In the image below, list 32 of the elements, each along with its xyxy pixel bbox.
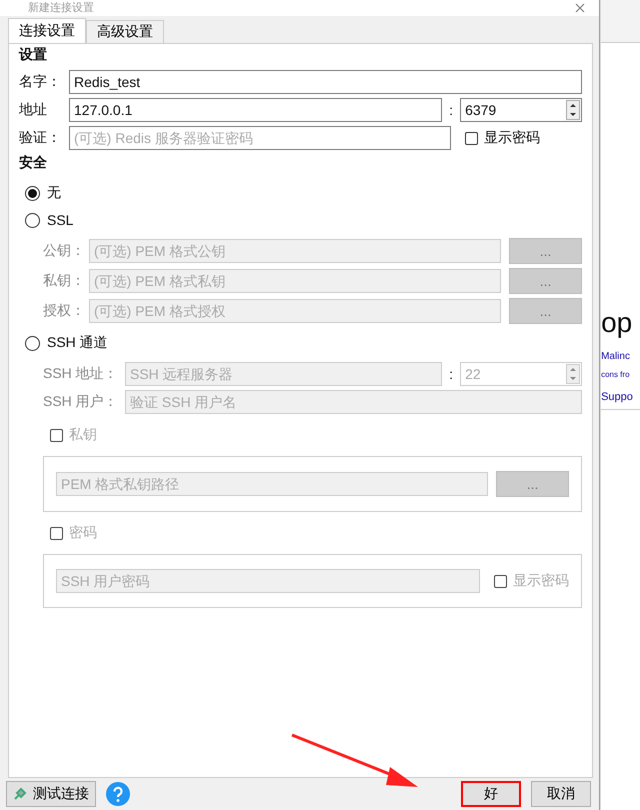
field-label: 授权： bbox=[43, 302, 85, 320]
window-title: 新建连接设置 bbox=[28, 1, 94, 15]
plug-icon bbox=[13, 787, 27, 801]
address-field[interactable]: 127.0.0.1 bbox=[69, 98, 442, 122]
cancel-button[interactable]: 取消 bbox=[531, 781, 592, 807]
show-password-checkbox[interactable]: 显示密码 bbox=[465, 129, 540, 147]
radio-option[interactable]: 无 bbox=[25, 184, 61, 202]
password-field[interactable]: (可选) Redis 服务器验证密码 bbox=[69, 126, 451, 150]
test-connection-button[interactable]: 测试连接 bbox=[6, 781, 96, 807]
field-label: 验证： bbox=[19, 129, 62, 147]
help-icon[interactable] bbox=[106, 782, 130, 806]
separator-colon: : bbox=[448, 366, 454, 382]
tab[interactable]: 高级设置 bbox=[86, 20, 164, 43]
tab[interactable]: 连接设置 bbox=[8, 18, 86, 43]
separator-colon: : bbox=[448, 102, 454, 118]
port-field[interactable]: 6379 bbox=[460, 98, 582, 122]
field-label: 公钥： bbox=[43, 242, 85, 260]
field-label: SSH 地址： bbox=[43, 365, 119, 383]
field-label: SSH 用户： bbox=[43, 393, 119, 411]
spin-arrows-icon[interactable] bbox=[566, 100, 580, 120]
background-text: cons fro bbox=[601, 370, 631, 379]
name-field[interactable]: Redis_test bbox=[69, 70, 582, 94]
radio-option[interactable]: SSH 通道 bbox=[25, 334, 108, 352]
field-label: 地址 bbox=[19, 101, 48, 119]
field-label: 名字： bbox=[19, 73, 62, 91]
section-heading: 设置 bbox=[19, 46, 48, 64]
section-heading: 安全 bbox=[19, 154, 48, 172]
radio-option[interactable]: SSL bbox=[25, 212, 74, 228]
ok-button[interactable]: 好 bbox=[461, 781, 522, 807]
background-text: op bbox=[601, 306, 634, 340]
field-label: 私钥： bbox=[43, 272, 85, 290]
close-icon[interactable] bbox=[575, 3, 586, 13]
